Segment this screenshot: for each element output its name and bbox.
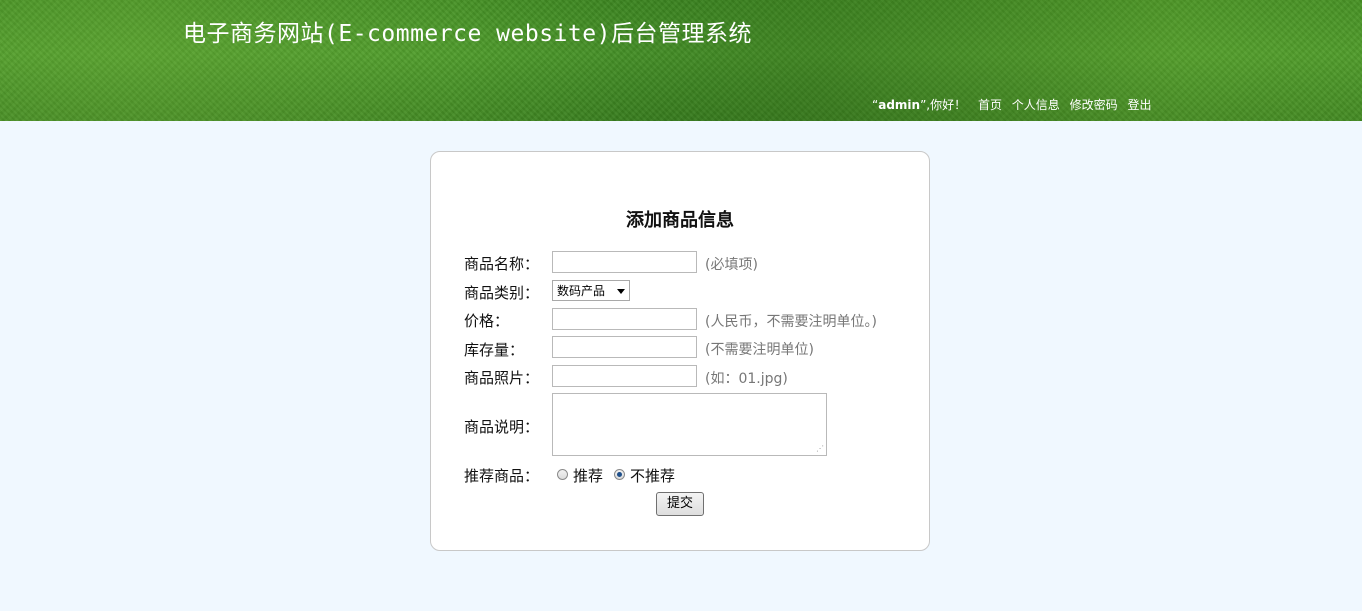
radio-not-recommend[interactable] (614, 469, 625, 480)
photo-label: 商品照片： (464, 369, 540, 387)
stock-label: 库存量： (464, 341, 525, 359)
resize-grip-icon[interactable]: ⋰ (816, 445, 824, 453)
product-name-hint: (必填项) (705, 257, 758, 273)
description-textarea[interactable]: ⋰ (552, 393, 827, 456)
greeting-text: ”,你好！ (920, 98, 967, 112)
nav-link-change-password[interactable]: 修改密码 (1070, 98, 1118, 112)
nav-link-home[interactable]: 首页 (978, 98, 1002, 112)
radio-recommend[interactable] (557, 469, 568, 480)
header-nav: “admin”,你好！ 首页 个人信息 修改密码 登出 (872, 96, 1152, 113)
nav-link-profile[interactable]: 个人信息 (1012, 98, 1060, 112)
category-selected-value: 数码产品 (557, 284, 606, 298)
stock-hint: (不需要注明单位) (705, 342, 814, 358)
site-title: 电子商务网站(E-commerce website)后台管理系统 (183, 21, 752, 47)
nav-link-logout[interactable]: 登出 (1127, 98, 1151, 112)
chevron-down-icon (617, 289, 625, 294)
recommend-label: 推荐商品： (464, 467, 540, 485)
username: admin (878, 98, 921, 112)
user-greeting: “admin”,你好！ (872, 98, 966, 112)
form-title: 添加商品信息 (626, 210, 734, 231)
photo-input[interactable] (552, 365, 697, 387)
product-name-input[interactable] (552, 251, 697, 273)
submit-button[interactable]: 提交 (656, 492, 704, 516)
category-select[interactable]: 数码产品 (552, 280, 630, 301)
add-product-form: 添加商品信息 商品名称： (必填项) 商品类别： 数码产品 价格： (人民币，不… (430, 151, 930, 551)
price-input[interactable] (552, 308, 697, 330)
price-label: 价格： (464, 312, 510, 330)
category-label: 商品类别： (464, 284, 540, 302)
price-hint: (人民币，不需要注明单位。) (705, 314, 877, 330)
product-name-label: 商品名称： (464, 255, 540, 273)
header-banner: 电子商务网站(E-commerce website)后台管理系统 “admin”… (0, 0, 1362, 121)
stock-input[interactable] (552, 336, 697, 358)
photo-hint: (如：01.jpg) (705, 371, 788, 387)
description-label: 商品说明： (464, 418, 540, 436)
radio-not-recommend-label[interactable]: 不推荐 (630, 465, 675, 486)
radio-recommend-label[interactable]: 推荐 (573, 465, 603, 486)
